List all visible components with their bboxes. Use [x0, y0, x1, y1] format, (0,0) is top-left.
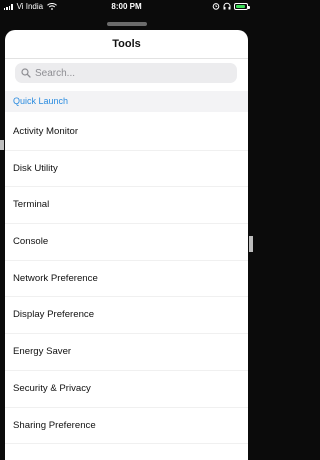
- section-header-quick-launch: Quick Launch: [5, 91, 248, 112]
- status-bar: Vi India 8:00 PM: [0, 0, 253, 14]
- alarm-icon: [212, 3, 220, 10]
- list-item-terminal[interactable]: Terminal: [5, 187, 248, 225]
- list-item-console[interactable]: Console: [5, 224, 248, 261]
- background-edge-right: [249, 236, 253, 252]
- tools-sheet: Tools Quick Launch Activity Monitor Disk…: [5, 30, 248, 460]
- status-right: [212, 2, 250, 10]
- headphones-icon: [223, 2, 231, 10]
- list-item-disk-utility[interactable]: Disk Utility: [5, 151, 248, 188]
- background-edge-left: [0, 140, 4, 150]
- sheet-grabber[interactable]: [107, 22, 147, 26]
- list-item-sharing-preference[interactable]: Sharing Preference: [5, 408, 248, 445]
- list-item-energy-saver[interactable]: Energy Saver: [5, 334, 248, 371]
- list-item-security-privacy[interactable]: Security & Privacy: [5, 371, 248, 408]
- sheet-title: Tools: [5, 30, 248, 59]
- battery-icon: [234, 2, 250, 10]
- search-icon: [21, 68, 31, 78]
- list-item-display-preference[interactable]: Display Preference: [5, 297, 248, 335]
- list-item-network-preference[interactable]: Network Preference: [5, 261, 248, 298]
- tools-list: Activity Monitor Disk Utility Terminal C…: [5, 114, 248, 445]
- search-bar[interactable]: [15, 63, 237, 83]
- search-input[interactable]: [35, 67, 225, 79]
- list-item-activity-monitor[interactable]: Activity Monitor: [5, 114, 248, 151]
